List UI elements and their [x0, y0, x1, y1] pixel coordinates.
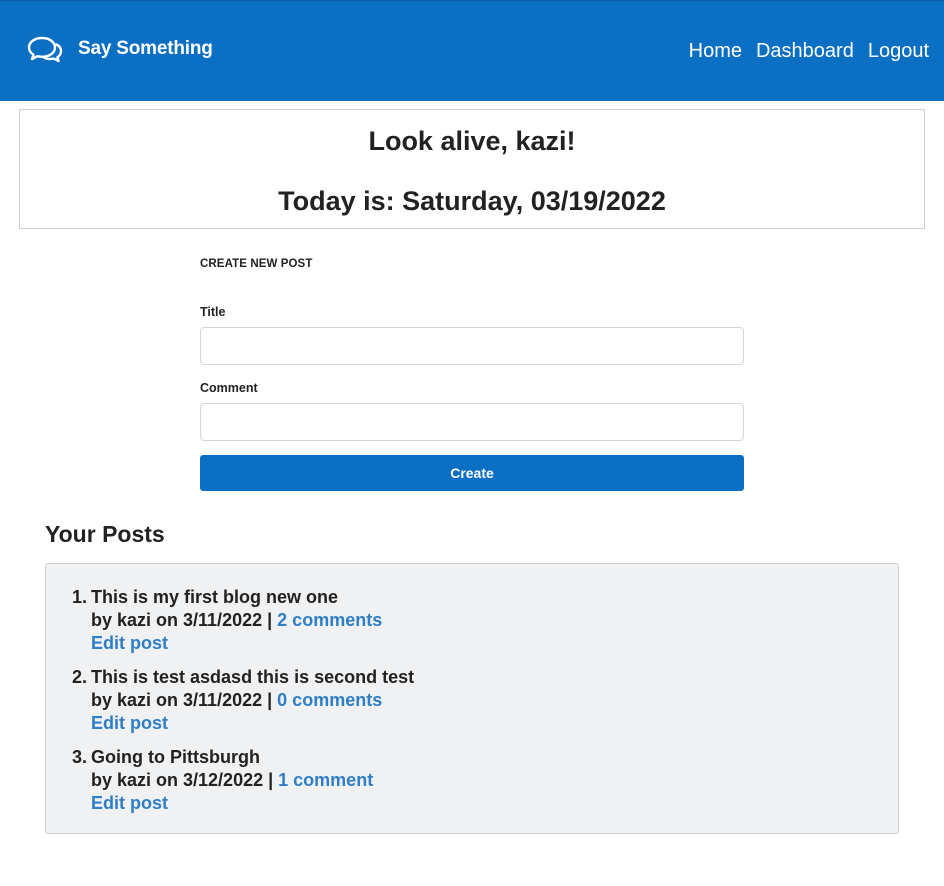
comments-link[interactable]: 1 comment: [278, 770, 373, 790]
post-title: Going to Pittsburgh: [91, 747, 260, 767]
greeting-panel: Look alive, kazi! Today is: Saturday, 03…: [19, 109, 925, 229]
title-label: Title: [200, 305, 226, 319]
edit-post-link[interactable]: Edit post: [91, 792, 373, 815]
comments-link[interactable]: 2 comments: [277, 610, 382, 630]
your-posts-heading: Your Posts: [45, 521, 165, 547]
comment-input[interactable]: [200, 403, 744, 441]
post-body: Going to Pittsburgh by kazi on 3/12/2022…: [91, 746, 373, 815]
welcome-heading: Look alive, kazi!: [368, 126, 576, 156]
post-byline: by kazi on 3/11/2022 |: [91, 690, 273, 710]
post-byline: by kazi on 3/11/2022 |: [91, 610, 273, 630]
top-navbar: Say Something Home Dashboard Logout: [0, 0, 944, 101]
edit-post-link[interactable]: Edit post: [91, 712, 414, 735]
list-item: 3. Going to Pittsburgh by kazi on 3/12/2…: [72, 746, 898, 815]
nav-home-link[interactable]: Home: [689, 40, 742, 63]
post-meta: by kazi on 3/12/2022 | 1 comment: [91, 769, 373, 792]
comments-link[interactable]: 0 comments: [277, 690, 382, 710]
list-item: 1. This is my first blog new one by kazi…: [72, 586, 898, 655]
form-heading: CREATE NEW POST: [200, 258, 313, 270]
post-list: 1. This is my first blog new one by kazi…: [72, 586, 898, 815]
list-item: 2. This is test asdasd this is second te…: [72, 666, 898, 735]
brand-link[interactable]: Say Something: [27, 34, 213, 64]
post-number: 2.: [72, 667, 88, 687]
nav-dashboard-link[interactable]: Dashboard: [756, 40, 854, 63]
create-button[interactable]: Create: [200, 455, 744, 491]
post-body: This is my first blog new one by kazi on…: [91, 586, 382, 655]
edit-post-link[interactable]: Edit post: [91, 632, 382, 655]
post-meta: by kazi on 3/11/2022 | 0 comments: [91, 689, 414, 712]
brand-name: Say Something: [78, 38, 213, 59]
create-post-form: CREATE NEW POST Title Comment Create: [200, 256, 744, 491]
title-input[interactable]: [200, 327, 744, 365]
posts-panel: 1. This is my first blog new one by kazi…: [45, 563, 899, 834]
post-body: This is test asdasd this is second test …: [91, 666, 414, 735]
main-nav: Home Dashboard Logout: [675, 40, 929, 63]
date-heading: Today is: Saturday, 03/19/2022: [278, 186, 666, 216]
chat-bubbles-icon: [27, 36, 63, 63]
post-title: This is test asdasd this is second test: [91, 667, 415, 687]
post-byline: by kazi on 3/12/2022 |: [91, 770, 274, 790]
post-number: 1.: [72, 587, 88, 607]
nav-logout-link[interactable]: Logout: [868, 40, 929, 63]
comment-label: Comment: [200, 381, 258, 395]
post-title: This is my first blog new one: [91, 587, 339, 607]
post-meta: by kazi on 3/11/2022 | 2 comments: [91, 609, 382, 632]
post-number: 3.: [72, 747, 88, 767]
